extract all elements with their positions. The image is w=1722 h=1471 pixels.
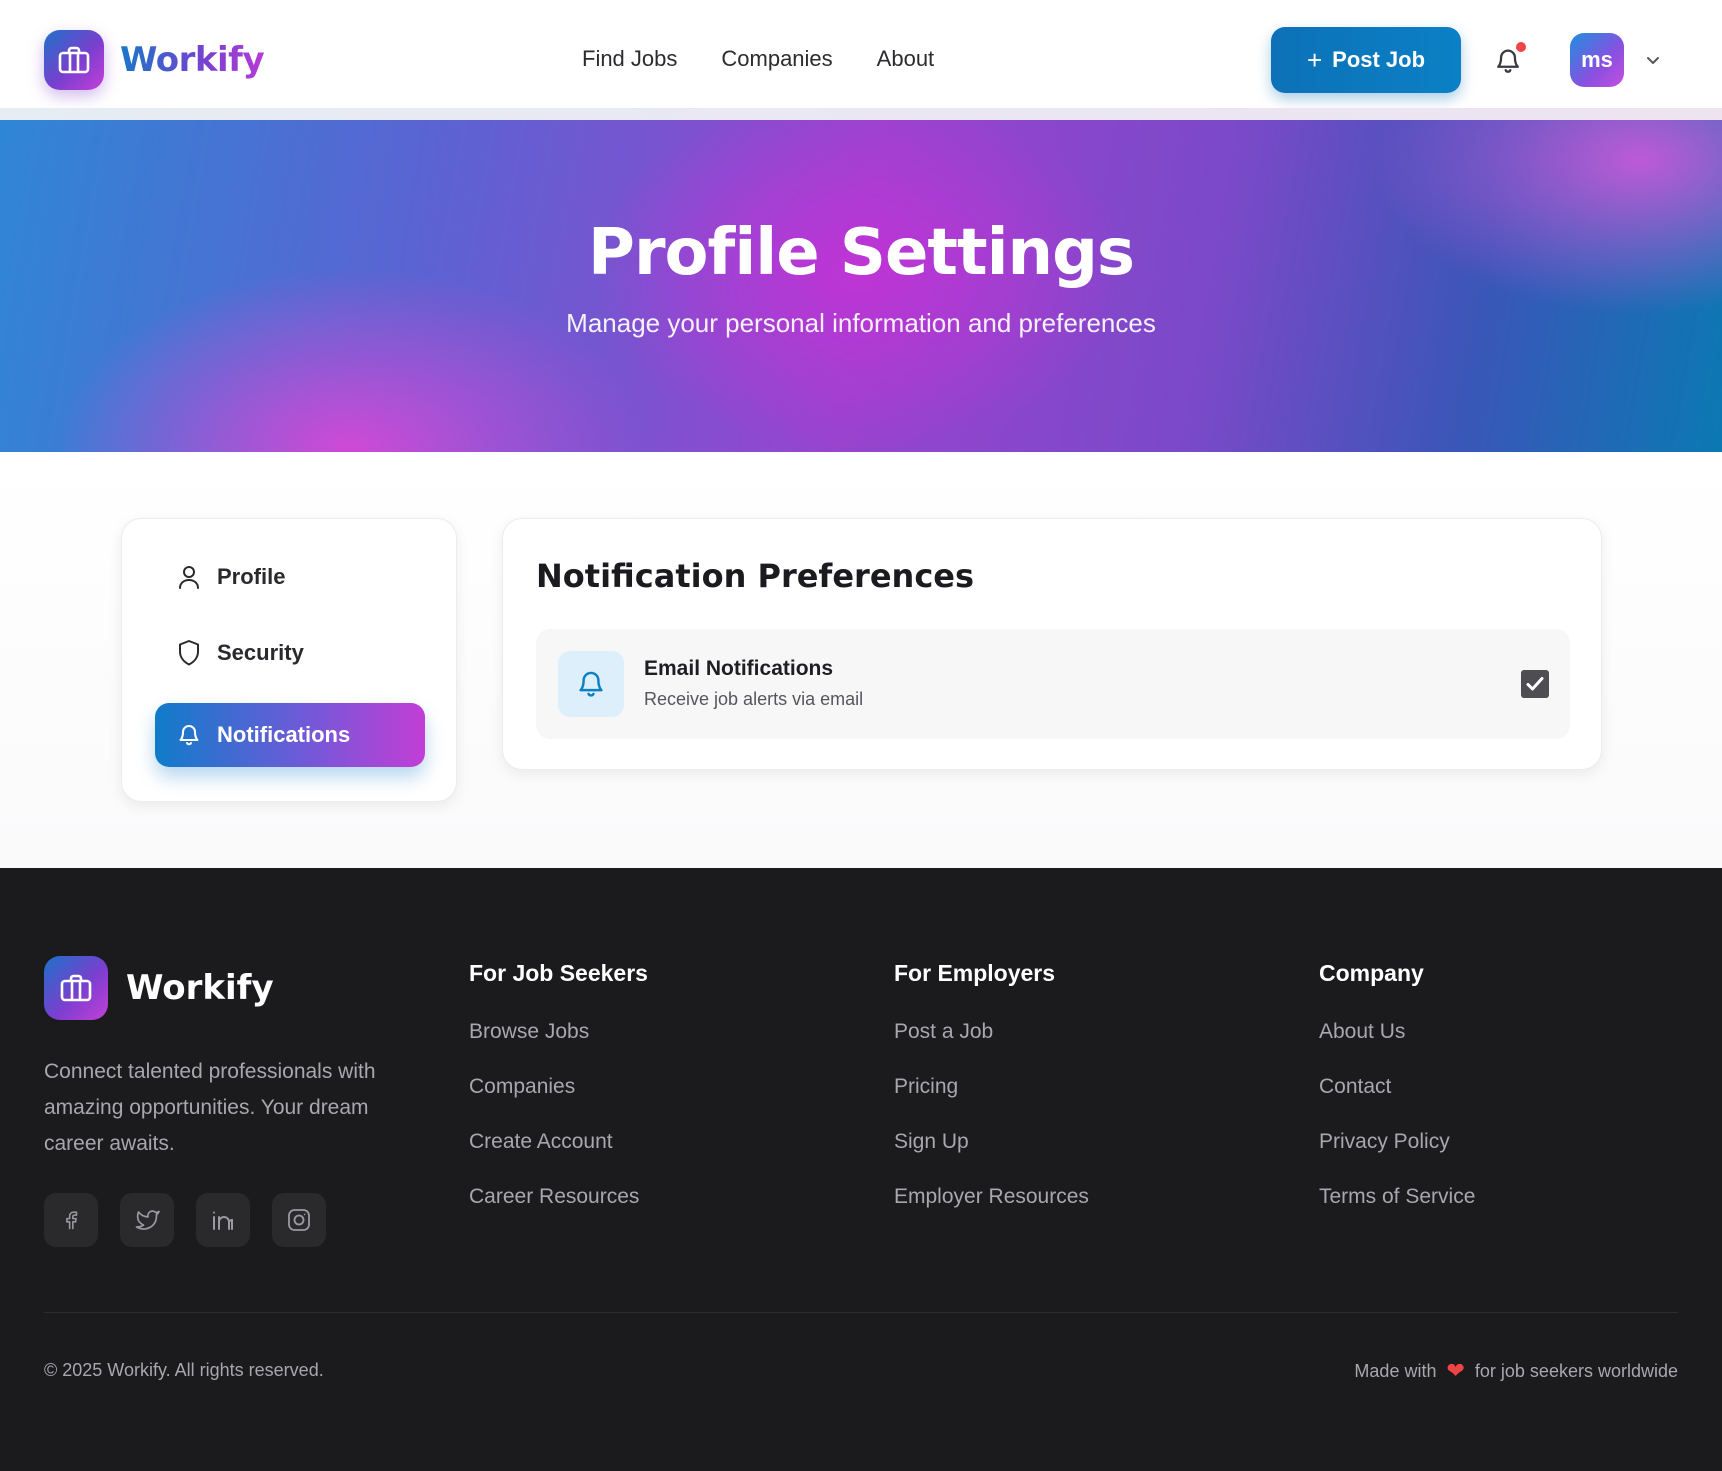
footer-link-contact[interactable]: Contact <box>1319 1075 1475 1130</box>
footer-link-privacy-policy[interactable]: Privacy Policy <box>1319 1130 1475 1185</box>
sidebar-item-label: Security <box>217 640 304 665</box>
email-notifications-checkbox[interactable] <box>1521 670 1549 698</box>
footer-link-employer-resources[interactable]: Employer Resources <box>894 1185 1089 1240</box>
footer-column-job-seekers: For Job Seekers Browse Jobs Companies Cr… <box>469 960 648 1240</box>
footer-divider <box>44 1312 1678 1313</box>
social-links <box>44 1193 326 1247</box>
sidebar-item-label: Notifications <box>217 722 351 747</box>
user-icon <box>179 566 199 589</box>
footer-brand-name: Workify <box>126 968 274 1008</box>
footer-column-company: Company About Us Contact Privacy Policy … <box>1319 960 1475 1240</box>
made-with-note: Made with ❤ for job seekers worldwide <box>1354 1360 1678 1382</box>
notification-dot <box>1516 42 1526 52</box>
footer-link-terms[interactable]: Terms of Service <box>1319 1185 1475 1240</box>
notifications-button[interactable] <box>1494 42 1526 78</box>
footer-column-title: Company <box>1319 960 1424 986</box>
site-footer: Workify Connect talented professionals w… <box>0 868 1722 1471</box>
footer-link-career-resources[interactable]: Career Resources <box>469 1185 648 1240</box>
footer-link-create-account[interactable]: Create Account <box>469 1130 648 1185</box>
copyright: © 2025 Workify. All rights reserved. <box>44 1360 324 1380</box>
footer-link-about-us[interactable]: About Us <box>1319 1020 1475 1075</box>
nav-find-jobs[interactable]: Find Jobs <box>582 46 677 72</box>
post-job-label: Post Job <box>1332 47 1426 72</box>
facebook-icon[interactable] <box>44 1193 98 1247</box>
footer-brand[interactable]: Workify <box>44 956 274 1020</box>
footer-description: Connect talented professionals with amaz… <box>44 1060 376 1155</box>
bell-icon <box>558 651 624 717</box>
sidebar-item-profile[interactable]: Profile <box>155 545 425 609</box>
preference-description: Receive job alerts via email <box>644 689 864 709</box>
chevron-down-icon[interactable] <box>1643 50 1663 70</box>
notification-preferences-card: Notification Preferences Email Notificat… <box>502 518 1602 770</box>
footer-column-title: For Employers <box>894 960 1056 986</box>
footer-link-browse-jobs[interactable]: Browse Jobs <box>469 1020 648 1075</box>
checkmark-icon <box>1526 677 1544 691</box>
made-with-prefix: Made with <box>1354 1360 1437 1381</box>
page-title: Profile Settings <box>588 216 1135 290</box>
hero-banner: Profile Settings Manage your personal in… <box>0 120 1722 452</box>
instagram-icon[interactable] <box>272 1193 326 1247</box>
sidebar-item-label: Profile <box>217 564 286 589</box>
header-divider <box>0 108 1722 120</box>
made-with-suffix: for job seekers worldwide <box>1474 1360 1678 1381</box>
footer-link-companies[interactable]: Companies <box>469 1075 648 1130</box>
top-navbar: Workify Find Jobs Companies About + Post… <box>0 0 1722 108</box>
heart-icon: ❤ <box>1446 1358 1465 1383</box>
nav-about[interactable]: About <box>877 46 935 72</box>
footer-column-title: For Job Seekers <box>469 960 648 986</box>
preference-row-email: Email Notifications Receive job alerts v… <box>536 629 1570 739</box>
main-nav: Find Jobs Companies About <box>582 46 934 72</box>
footer-link-post-job[interactable]: Post a Job <box>894 1020 1089 1075</box>
shield-icon <box>179 640 199 666</box>
section-title: Notification Preferences <box>536 557 975 595</box>
avatar[interactable]: ms <box>1570 33 1624 87</box>
sidebar-item-notifications[interactable]: Notifications <box>155 703 425 767</box>
settings-content: Profile Security Notifications Notificat… <box>0 452 1722 868</box>
sidebar-item-security[interactable]: Security <box>155 621 425 685</box>
twitter-icon[interactable] <box>120 1193 174 1247</box>
briefcase-icon <box>44 30 104 90</box>
brand-logo-link[interactable]: Workify <box>44 30 265 90</box>
briefcase-icon <box>44 956 108 1020</box>
bell-icon <box>179 725 199 746</box>
nav-companies[interactable]: Companies <box>721 46 832 72</box>
post-job-button[interactable]: + Post Job <box>1271 27 1461 93</box>
plus-icon: + <box>1306 45 1323 75</box>
footer-link-pricing[interactable]: Pricing <box>894 1075 1089 1130</box>
footer-column-employers: For Employers Post a Job Pricing Sign Up… <box>894 960 1089 1240</box>
preference-label: Email Notifications <box>644 657 834 680</box>
settings-sidebar: Profile Security Notifications <box>121 518 457 802</box>
brand-name: Workify <box>120 40 265 80</box>
linkedin-icon[interactable] <box>196 1193 250 1247</box>
page-subtitle: Manage your personal information and pre… <box>566 308 1156 338</box>
footer-link-sign-up[interactable]: Sign Up <box>894 1130 1089 1185</box>
